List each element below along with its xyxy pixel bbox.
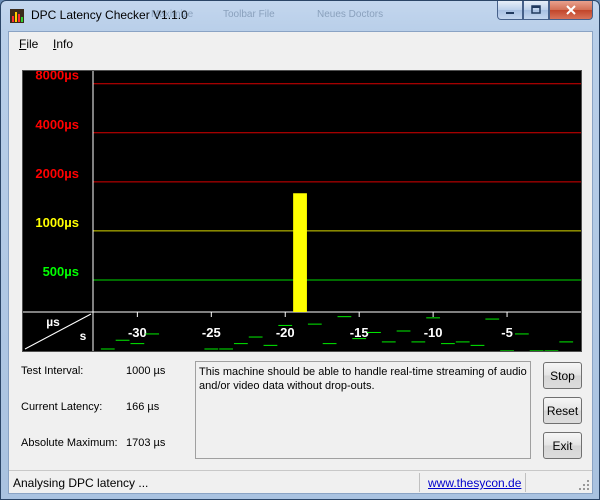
resize-grip-icon[interactable] (578, 479, 590, 491)
status-divider (419, 473, 420, 492)
y-tick-label: 8000µs (35, 71, 79, 83)
latency-bar (544, 350, 559, 351)
x-tick-label: -25 (202, 325, 221, 340)
latency-bar (130, 343, 145, 345)
menu-info[interactable]: Info (53, 37, 73, 51)
latency-bar (307, 323, 322, 325)
ghost-text: Maximize (151, 9, 194, 20)
title-bar[interactable]: DPC Latency Checker V1.1.0 Maximize Tool… (1, 1, 599, 31)
reset-button[interactable]: Reset (543, 397, 582, 424)
latency-bar (204, 348, 219, 350)
minimize-button[interactable] (497, 1, 523, 20)
y-tick-label: 1000µs (35, 215, 79, 230)
latency-bar (100, 348, 115, 350)
latency-bar (263, 344, 278, 346)
y-tick-label: 4000µs (35, 117, 79, 132)
absolute-max-value: 1703 µs (126, 437, 166, 449)
latency-bar (322, 343, 337, 345)
latency-bar (352, 338, 367, 340)
close-icon (566, 5, 576, 15)
latency-bar (426, 317, 441, 319)
x-tick-label: -10 (424, 325, 443, 340)
y-tick-label: 2000µs (35, 166, 79, 181)
stop-button[interactable]: Stop (543, 362, 582, 389)
latency-bar (514, 333, 529, 335)
latency-bar (115, 339, 130, 341)
ghost-text: Neues Doctors (317, 9, 384, 20)
latency-bar (278, 324, 293, 326)
x-tick-label: -15 (350, 325, 369, 340)
status-divider (525, 473, 526, 492)
maximize-button[interactable] (523, 1, 549, 20)
test-interval-label: Test Interval: (21, 365, 84, 377)
minimize-icon (506, 12, 514, 14)
x-tick-label: -20 (276, 325, 295, 340)
latency-bar (500, 350, 514, 351)
latency-bar (396, 330, 411, 332)
caption-buttons (497, 1, 593, 21)
x-tick-label: -5 (501, 325, 513, 340)
latency-bar (529, 350, 544, 351)
app-window: DPC Latency Checker V1.1.0 Maximize Tool… (0, 0, 600, 500)
latency-bar (411, 341, 426, 343)
test-interval-value: 1000 µs (126, 365, 166, 377)
unit-label-us: µs (46, 315, 60, 329)
maximize-icon (531, 5, 541, 14)
client-area: File Info 16000µs8000µs4000µs2000µs1000µ… (8, 31, 593, 494)
website-link[interactable]: www.thesycon.de (428, 476, 521, 490)
exit-button[interactable]: Exit (543, 432, 582, 459)
latency-bar (248, 336, 263, 338)
latency-bar (367, 331, 381, 333)
latency-bar (293, 193, 307, 312)
absolute-max-label: Absolute Maximum: (21, 437, 118, 449)
ghost-text: Toolbar File (223, 9, 275, 20)
menu-bar: File Info (9, 32, 592, 56)
status-bar: Analysing DPC latency ... www.thesycon.d… (9, 470, 592, 493)
menu-file[interactable]: File (19, 37, 38, 51)
latency-bar (381, 341, 396, 343)
y-tick-label: 500µs (43, 264, 79, 279)
latency-bar (145, 333, 160, 335)
unit-label-s: s (80, 329, 87, 343)
latency-chart: 16000µs8000µs4000µs2000µs1000µs500µsµss-… (22, 70, 582, 352)
current-latency-value: 166 µs (126, 401, 160, 413)
current-latency-label: Current Latency: (21, 401, 103, 413)
result-message: This machine should be able to handle re… (195, 361, 531, 459)
latency-bar (441, 343, 455, 345)
status-text: Analysing DPC latency ... (13, 476, 149, 490)
latency-bar (470, 344, 485, 346)
x-tick-label: -30 (128, 325, 147, 340)
latency-bar (219, 348, 233, 350)
close-button[interactable] (549, 1, 593, 20)
latency-chart-svg: 16000µs8000µs4000µs2000µs1000µs500µsµss-… (23, 71, 581, 351)
latency-bar (559, 341, 574, 343)
latency-bar (233, 343, 248, 345)
latency-bar (455, 341, 470, 343)
app-icon (10, 9, 24, 23)
latency-bar (485, 318, 500, 320)
latency-bar (337, 316, 352, 318)
